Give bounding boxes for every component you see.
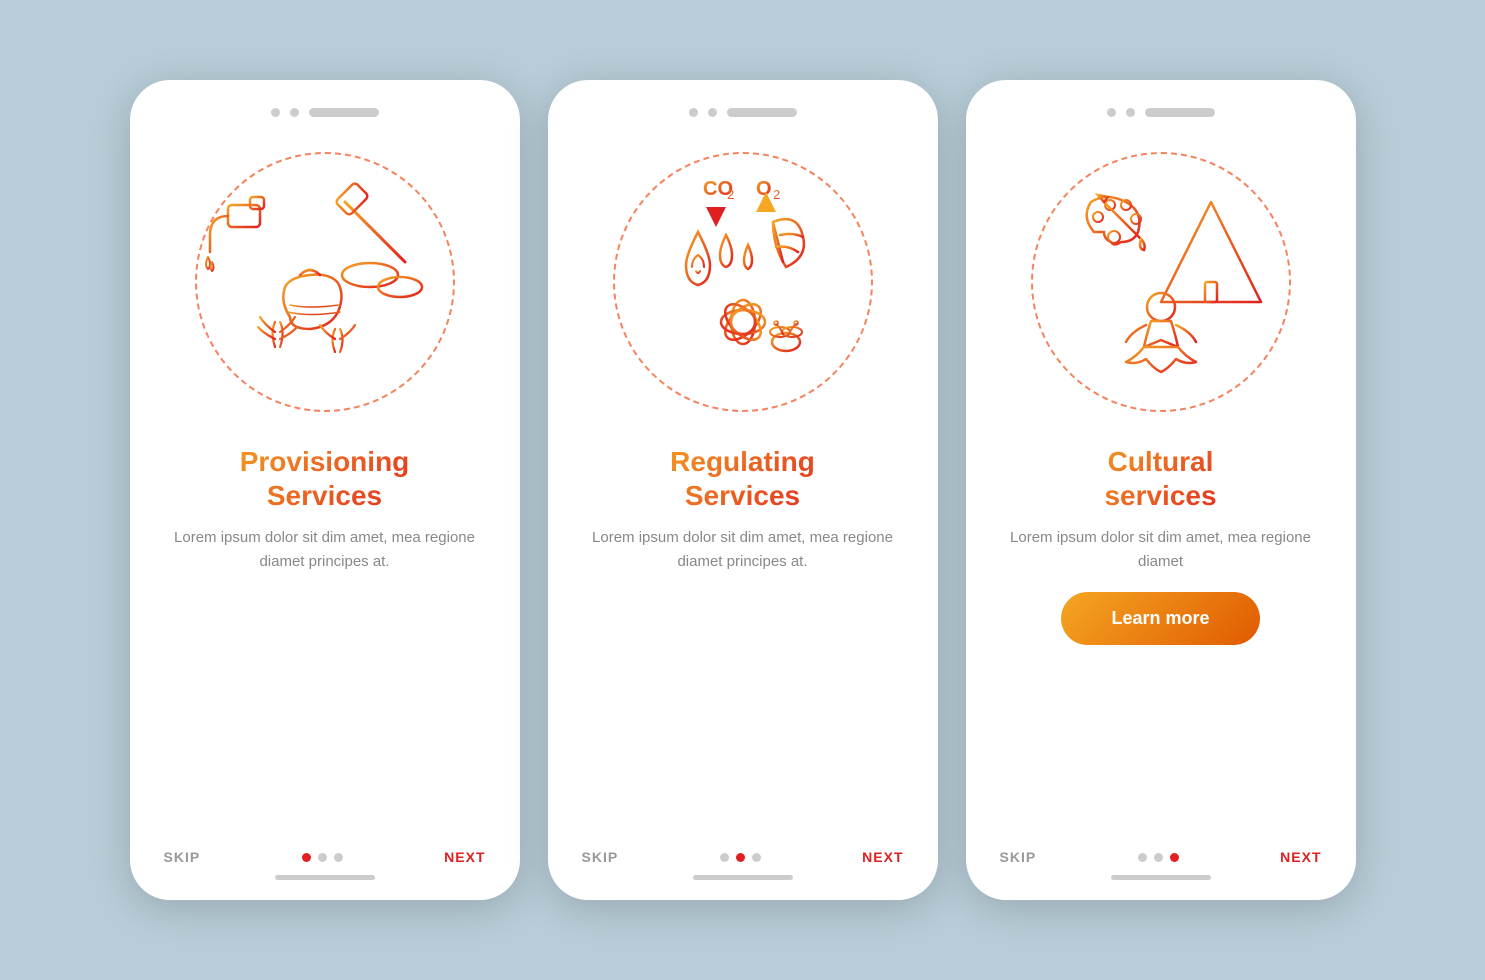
provisioning-title: Provisioning Services bbox=[210, 445, 440, 512]
cultural-footer: SKIP NEXT bbox=[966, 849, 1356, 865]
dot-2-inactive-2 bbox=[752, 853, 761, 862]
dot-1-inactive-1 bbox=[318, 853, 327, 862]
home-indicator-2 bbox=[693, 875, 793, 880]
provisioning-illustration bbox=[170, 127, 480, 437]
learn-more-container: Learn more bbox=[1061, 592, 1259, 653]
regulating-dots bbox=[720, 853, 761, 862]
dot-1-inactive-2 bbox=[334, 853, 343, 862]
status-pill-3 bbox=[1145, 108, 1215, 117]
cultural-next-button[interactable]: NEXT bbox=[1280, 849, 1321, 865]
provisioning-footer: SKIP NEXT bbox=[130, 849, 520, 865]
cultural-dots bbox=[1138, 853, 1179, 862]
cultural-description: Lorem ipsum dolor sit dim amet, mea regi… bbox=[966, 526, 1356, 574]
phone-cultural: Cultural services Lorem ipsum dolor sit … bbox=[966, 80, 1356, 900]
regulating-footer: SKIP NEXT bbox=[548, 849, 938, 865]
cultural-title: Cultural services bbox=[1074, 445, 1246, 512]
dot-3-inactive-2 bbox=[1154, 853, 1163, 862]
phone-top-bar-1 bbox=[271, 108, 379, 117]
dashed-circle-2 bbox=[613, 152, 873, 412]
status-pill-2 bbox=[727, 108, 797, 117]
regulating-skip-button[interactable]: SKIP bbox=[582, 849, 619, 865]
dashed-circle-1 bbox=[195, 152, 455, 412]
home-indicator-3 bbox=[1111, 875, 1211, 880]
status-dot-3 bbox=[689, 108, 698, 117]
provisioning-description: Lorem ipsum dolor sit dim amet, mea regi… bbox=[130, 526, 520, 574]
cultural-skip-button[interactable]: SKIP bbox=[1000, 849, 1037, 865]
learn-more-button[interactable]: Learn more bbox=[1061, 592, 1259, 645]
dot-2-inactive-1 bbox=[720, 853, 729, 862]
dot-3-inactive-1 bbox=[1138, 853, 1147, 862]
phone-provisioning: Provisioning Services Lorem ipsum dolor … bbox=[130, 80, 520, 900]
phone-regulating: CO 2 O 2 bbox=[548, 80, 938, 900]
provisioning-skip-button[interactable]: SKIP bbox=[164, 849, 201, 865]
phone-top-bar-2 bbox=[689, 108, 797, 117]
phones-container: Provisioning Services Lorem ipsum dolor … bbox=[130, 80, 1356, 900]
status-dot-2 bbox=[290, 108, 299, 117]
phone-top-bar-3 bbox=[1107, 108, 1215, 117]
provisioning-dots bbox=[302, 853, 343, 862]
status-pill bbox=[309, 108, 379, 117]
regulating-title: Regulating Services bbox=[640, 445, 845, 512]
regulating-illustration: CO 2 O 2 bbox=[588, 127, 898, 437]
cultural-illustration bbox=[1006, 127, 1316, 437]
dot-3-active bbox=[1170, 853, 1179, 862]
status-dot-6 bbox=[1126, 108, 1135, 117]
status-dot-5 bbox=[1107, 108, 1116, 117]
dot-2-active bbox=[736, 853, 745, 862]
home-indicator-1 bbox=[275, 875, 375, 880]
status-dot-1 bbox=[271, 108, 280, 117]
dot-1-active bbox=[302, 853, 311, 862]
dashed-circle-3 bbox=[1031, 152, 1291, 412]
status-dot-4 bbox=[708, 108, 717, 117]
regulating-next-button[interactable]: NEXT bbox=[862, 849, 903, 865]
regulating-description: Lorem ipsum dolor sit dim amet, mea regi… bbox=[548, 526, 938, 574]
provisioning-next-button[interactable]: NEXT bbox=[444, 849, 485, 865]
